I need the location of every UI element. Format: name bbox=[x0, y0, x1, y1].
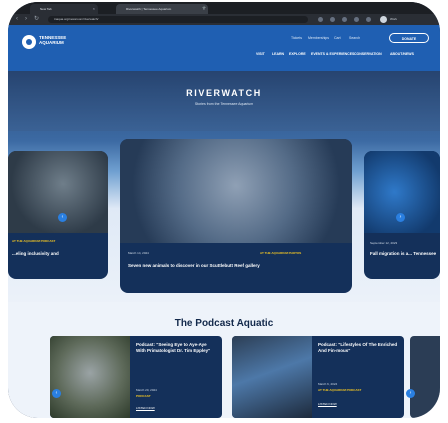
card-date: March 14, 2024 bbox=[128, 251, 149, 255]
card-title[interactable]: Seven new animals to discover in our Scu… bbox=[128, 263, 328, 269]
nav-item-events[interactable]: EVENTS & EXPERIENCES bbox=[311, 52, 354, 56]
extension-icon[interactable] bbox=[354, 17, 359, 22]
podcast-title[interactable]: Podcast: "Seeing Eye to Aye-Aye With Pri… bbox=[136, 342, 216, 354]
card-tag: AT THE AQUARIUM PHOTOS bbox=[260, 251, 302, 255]
section-heading: The Podcast Aquatic bbox=[174, 318, 274, 329]
tab-label: Riverwatch | Tennessee Aquarium bbox=[126, 7, 172, 11]
back-icon[interactable]: ‹ bbox=[16, 16, 18, 23]
extension-icon[interactable] bbox=[318, 17, 323, 22]
card-image bbox=[8, 151, 108, 233]
podcast-card-partial[interactable] bbox=[410, 336, 440, 418]
logo-icon[interactable] bbox=[22, 35, 36, 49]
page-subtitle: Stories from the Tennessee Aquarium bbox=[194, 102, 254, 106]
listen-link[interactable]: LISTEN NOW bbox=[136, 406, 155, 410]
profile-avatar[interactable] bbox=[380, 16, 387, 23]
extension-icon[interactable] bbox=[342, 17, 347, 22]
browser-toolbar: ‹ › ↻ tnaqua.org/newsroom/riverwatch/ Wo… bbox=[8, 14, 440, 25]
card-tag: AT THE AQUARIUM PODCAST bbox=[12, 239, 56, 243]
nav-item-conservation[interactable]: CONSERVATION bbox=[354, 52, 382, 56]
chevron-right-icon[interactable]: › bbox=[406, 389, 415, 398]
nav-item-explore[interactable]: EXPLORE bbox=[289, 52, 306, 56]
site-logo-text[interactable]: TENNESSEE AQUARIUM bbox=[39, 35, 79, 45]
podcast-card[interactable]: Podcast: "Seeing Eye to Aye-Aye With Pri… bbox=[50, 336, 222, 418]
browser-tab-bar: New Tab × Riverwatch | Tennessee Aquariu… bbox=[8, 2, 440, 14]
chevron-left-icon[interactable]: ‹ bbox=[58, 213, 67, 222]
forward-icon[interactable]: › bbox=[25, 16, 27, 23]
donate-button[interactable]: DONATE bbox=[389, 33, 429, 43]
utility-link-memberships[interactable]: Memberships bbox=[308, 36, 329, 40]
nav-item-learn[interactable]: LEARN bbox=[272, 52, 284, 56]
podcast-card[interactable]: Podcast: "Lifestyles Of The Enriched And… bbox=[232, 336, 404, 418]
extension-icon[interactable] bbox=[330, 17, 335, 22]
reload-icon[interactable]: ↻ bbox=[34, 16, 39, 23]
new-tab-button[interactable]: + bbox=[202, 5, 206, 12]
podcast-date: March 6, 2024 bbox=[318, 382, 338, 386]
site-header: TENNESSEE AQUARIUM Tickets Memberships C… bbox=[8, 25, 440, 71]
card-date: September 12, 2023 bbox=[370, 241, 398, 245]
podcast-title[interactable]: Podcast: "Lifestyles Of The Enriched And… bbox=[318, 342, 398, 354]
hero-section: RIVERWATCH Stories from the Tennessee Aq… bbox=[8, 71, 440, 321]
podcast-tag: PODCAST bbox=[136, 394, 151, 398]
extension-icon[interactable] bbox=[366, 17, 371, 22]
featured-card-active[interactable]: March 14, 2024 AT THE AQUARIUM PHOTOS Se… bbox=[120, 139, 352, 293]
nav-item-about[interactable]: ABOUT/NEWS bbox=[390, 52, 414, 56]
nav-item-visit[interactable]: VISIT bbox=[256, 52, 265, 56]
card-image bbox=[120, 139, 352, 243]
utility-link-tickets[interactable]: Tickets bbox=[291, 36, 302, 40]
card-title[interactable]: Fall migration is a... Tennessee bbox=[370, 251, 438, 257]
screen-frame: New Tab × Riverwatch | Tennessee Aquariu… bbox=[8, 2, 440, 418]
chevron-left-icon[interactable]: ‹ bbox=[52, 389, 61, 398]
podcast-image bbox=[50, 336, 130, 418]
close-icon[interactable]: × bbox=[93, 4, 95, 14]
tab-label: New Tab bbox=[40, 7, 52, 11]
browser-tab-active[interactable]: Riverwatch | Tennessee Aquarium × bbox=[116, 4, 208, 14]
page-title: RIVERWATCH bbox=[186, 88, 262, 98]
utility-link-cart[interactable]: Cart bbox=[334, 36, 341, 40]
podcast-date: March 20, 2024 bbox=[136, 388, 157, 392]
podcast-image bbox=[232, 336, 312, 418]
featured-card[interactable]: › September 12, 2023 Fall migration is a… bbox=[364, 151, 440, 279]
browser-tab[interactable]: New Tab × bbox=[30, 4, 98, 14]
podcast-section: The Podcast Aquatic Podcast: "Seeing Eye… bbox=[8, 302, 440, 418]
utility-link-search[interactable]: Search bbox=[349, 36, 360, 40]
card-title[interactable]: ...eling inclusivity and bbox=[12, 251, 104, 257]
podcast-tag: AT THE AQUARIUM PODCAST bbox=[318, 388, 362, 392]
address-bar[interactable]: tnaqua.org/newsroom/riverwatch/ bbox=[48, 16, 308, 23]
hero-background bbox=[8, 71, 440, 131]
featured-card[interactable]: ‹ AT THE AQUARIUM PODCAST ...eling inclu… bbox=[8, 151, 108, 279]
profile-label: Work bbox=[390, 17, 397, 21]
chevron-right-icon[interactable]: › bbox=[396, 213, 405, 222]
listen-link[interactable]: LISTEN NOW bbox=[318, 402, 337, 406]
